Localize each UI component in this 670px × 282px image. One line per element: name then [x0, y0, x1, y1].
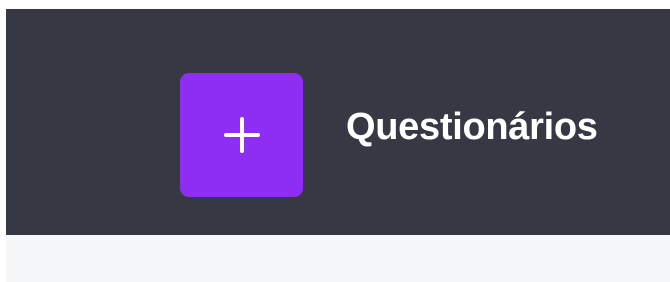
page-title: Questionários — [346, 106, 598, 148]
content-area — [6, 235, 670, 282]
add-questionnaire-button[interactable] — [180, 73, 303, 197]
plus-icon — [223, 117, 260, 153]
page: Questionários — [0, 0, 670, 282]
